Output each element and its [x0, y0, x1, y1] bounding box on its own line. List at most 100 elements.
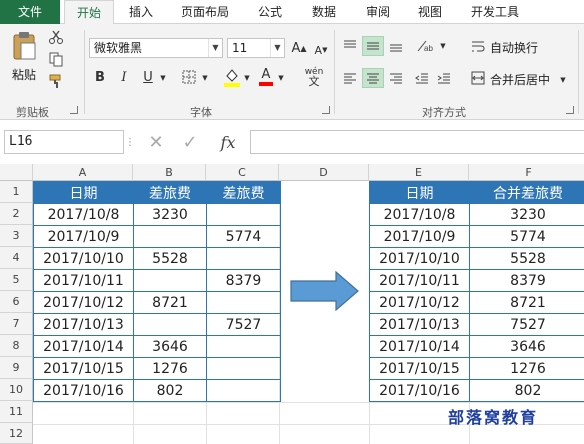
merge-icon[interactable] [470, 70, 486, 86]
row-header[interactable]: 4 [0, 247, 33, 269]
function-icon[interactable]: fx [214, 130, 242, 154]
row-header[interactable]: 11 [0, 401, 33, 423]
tab-file[interactable]: 文件 [0, 0, 60, 24]
chevron-down-icon[interactable]: ▼ [208, 39, 222, 57]
value-cell[interactable] [133, 225, 207, 248]
value-cell[interactable]: 7527 [469, 313, 584, 336]
font-launcher-icon[interactable] [322, 106, 330, 114]
value-cell[interactable]: 7527 [206, 313, 281, 336]
cancel-icon[interactable]: ✕ [144, 130, 168, 154]
align-center-icon[interactable] [362, 68, 384, 88]
value-cell[interactable]: 802 [469, 379, 584, 402]
date-cell[interactable]: 2017/10/15 [369, 357, 470, 380]
date-cell[interactable]: 2017/10/9 [33, 225, 134, 248]
value-cell[interactable] [133, 269, 207, 292]
value-cell[interactable]: 8379 [469, 269, 584, 292]
grow-font-icon[interactable]: A ▲ [290, 38, 308, 58]
value-cell[interactable] [206, 291, 281, 314]
header-cell-expense-1[interactable]: 差旅费 [133, 181, 207, 204]
right-arrow-shape[interactable] [290, 271, 360, 311]
cut-icon[interactable] [46, 28, 66, 46]
select-all-corner[interactable] [0, 164, 33, 181]
tab-view[interactable]: 视图 [408, 0, 452, 24]
tab-formulas[interactable]: 公式 [248, 0, 292, 24]
value-cell[interactable] [206, 203, 281, 226]
value-cell[interactable] [206, 357, 281, 380]
date-cell[interactable]: 2017/10/13 [369, 313, 470, 336]
row-header[interactable]: 3 [0, 225, 33, 247]
row-header[interactable]: 12 [0, 423, 33, 444]
date-cell[interactable]: 2017/10/15 [33, 357, 134, 380]
chevron-down-icon[interactable]: ▼ [158, 72, 168, 84]
copy-icon[interactable] [46, 50, 66, 68]
value-cell[interactable] [206, 335, 281, 358]
row-header[interactable]: 1 [0, 181, 33, 203]
bold-button[interactable]: B [92, 68, 108, 86]
enter-icon[interactable]: ✓ [178, 130, 202, 154]
name-box[interactable]: L16 [4, 130, 124, 154]
border-icon[interactable] [180, 68, 198, 86]
align-left-icon[interactable] [340, 68, 360, 88]
shrink-font-icon[interactable]: A ▼ [312, 40, 330, 60]
value-cell[interactable] [133, 313, 207, 336]
row-header[interactable]: 7 [0, 313, 33, 335]
column-header-f[interactable]: F [469, 164, 584, 181]
tab-insert[interactable]: 插入 [118, 0, 164, 24]
date-cell[interactable]: 2017/10/12 [33, 291, 134, 314]
decrease-indent-icon[interactable] [412, 68, 432, 88]
column-header-d[interactable]: D [279, 164, 369, 181]
tab-home[interactable]: 开始 [64, 0, 114, 25]
value-cell[interactable]: 3230 [469, 203, 584, 226]
date-cell[interactable]: 2017/10/8 [369, 203, 470, 226]
value-cell[interactable]: 3646 [469, 335, 584, 358]
chevron-down-icon[interactable]: ▼ [438, 40, 448, 52]
fill-color-icon[interactable] [222, 66, 242, 88]
value-cell[interactable] [206, 247, 281, 270]
value-cell[interactable]: 5774 [206, 225, 281, 248]
align-right-icon[interactable] [386, 68, 406, 88]
formula-input[interactable] [250, 130, 584, 154]
header-cell-date[interactable]: 日期 [33, 181, 134, 204]
alignment-launcher-icon[interactable] [566, 106, 574, 114]
underline-button[interactable]: U [140, 68, 156, 86]
date-cell[interactable]: 2017/10/13 [33, 313, 134, 336]
clipboard-launcher-icon[interactable] [70, 106, 78, 114]
value-cell[interactable]: 8379 [206, 269, 281, 292]
date-cell[interactable]: 2017/10/10 [33, 247, 134, 270]
wrap-text-button[interactable]: 自动换行 [490, 39, 538, 56]
date-cell[interactable]: 2017/10/11 [369, 269, 470, 292]
value-cell[interactable]: 1276 [469, 357, 584, 380]
value-cell[interactable]: 5528 [469, 247, 584, 270]
column-header-b[interactable]: B [133, 164, 206, 181]
value-cell[interactable]: 802 [133, 379, 207, 402]
tab-data[interactable]: 数据 [302, 0, 346, 24]
paste-icon[interactable] [8, 30, 40, 62]
chevron-down-icon[interactable]: ▼ [242, 72, 252, 84]
date-cell[interactable]: 2017/10/16 [369, 379, 470, 402]
merge-center-button[interactable]: 合并后居中 [490, 71, 550, 88]
font-name-combo[interactable]: 微软雅黑 ▼ [89, 38, 223, 58]
chevron-down-icon[interactable]: ▼ [276, 72, 286, 84]
row-header[interactable]: 5 [0, 269, 33, 291]
wrap-icon[interactable] [470, 38, 486, 54]
value-cell[interactable]: 3646 [133, 335, 207, 358]
date-cell[interactable]: 2017/10/14 [369, 335, 470, 358]
tab-page-layout[interactable]: 页面布局 [172, 0, 238, 24]
date-cell[interactable]: 2017/10/10 [369, 247, 470, 270]
row-header[interactable]: 6 [0, 291, 33, 313]
tab-developer[interactable]: 开发工具 [460, 0, 530, 24]
column-header-e[interactable]: E [369, 164, 469, 181]
row-header[interactable]: 8 [0, 335, 33, 357]
phonetic-icon[interactable]: wén 文 [300, 66, 328, 88]
value-cell[interactable] [206, 379, 281, 402]
value-cell[interactable]: 5774 [469, 225, 584, 248]
date-cell[interactable]: 2017/10/12 [369, 291, 470, 314]
format-painter-icon[interactable] [46, 72, 66, 90]
orientation-icon[interactable]: ab [414, 36, 436, 56]
row-header[interactable]: 10 [0, 379, 33, 401]
value-cell[interactable]: 8721 [133, 291, 207, 314]
date-cell[interactable]: 2017/10/8 [33, 203, 134, 226]
align-top-icon[interactable] [340, 36, 360, 56]
chevron-down-icon[interactable]: ▼ [270, 39, 284, 57]
font-size-combo[interactable]: 11 ▼ [227, 38, 285, 58]
